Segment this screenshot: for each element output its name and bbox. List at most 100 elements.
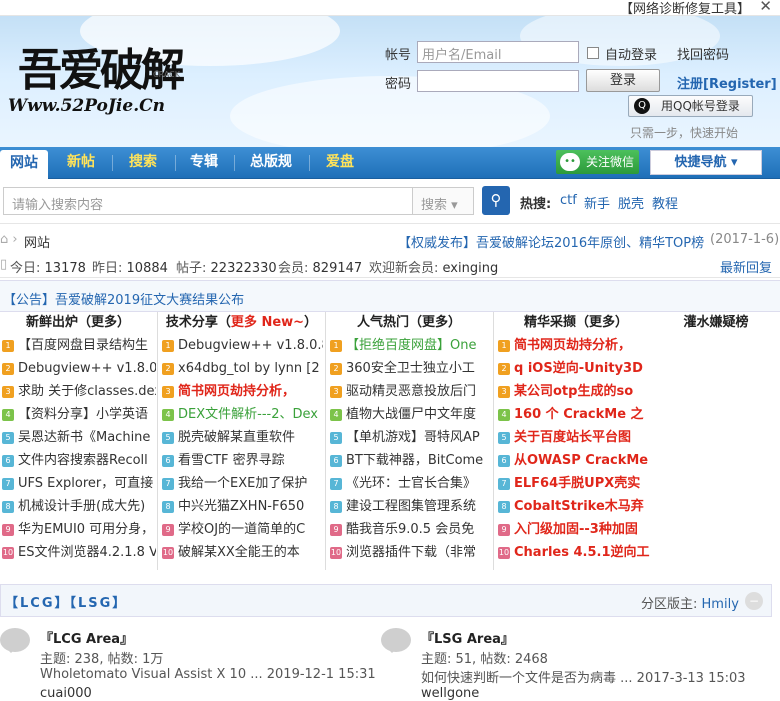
thread-row[interactable]: 3 驱动精灵恶意投放后门 (328, 380, 490, 403)
last-post-user[interactable]: cuai000 (40, 686, 92, 701)
thread-title[interactable]: 华为EMUI0 可用分身， (18, 522, 154, 537)
thread-row[interactable]: 4 植物大战僵尸中文年度 (328, 403, 490, 426)
thread-title[interactable]: 360安全卫士独立小工 (346, 361, 475, 376)
nav-item-site[interactable]: 网站 (0, 150, 48, 179)
thread-title[interactable]: 建设工程图集管理系统 (346, 499, 476, 514)
thread-title[interactable]: 我给一个EXE加了保护 (178, 476, 307, 491)
thread-title[interactable]: 植物大战僵尸中文年度 (346, 407, 476, 422)
site-logo[interactable]: 吾爱破解 CRACK Www.52PoJie.Cn (8, 34, 198, 124)
nav-item-new-posts[interactable]: 新帖 (56, 147, 106, 179)
thread-row[interactable]: 5 关于百度站长平台图 (496, 426, 656, 449)
thread-title[interactable]: 浏览器插件下载（非常 (346, 545, 476, 560)
thread-row[interactable]: 9 酷我音乐9.0.5 会员免 (328, 518, 490, 541)
search-input[interactable]: 请输入搜索内容 (3, 187, 413, 215)
thread-row[interactable]: 2 360安全卫士独立小工 (328, 357, 490, 380)
login-button[interactable]: 登录 (586, 69, 660, 92)
thread-title[interactable]: 【拒绝百度网盘】One (346, 338, 476, 353)
col-essence-title[interactable]: 精华采撷（更多） (496, 312, 656, 334)
nav-item-search[interactable]: 搜索 (118, 147, 168, 179)
thread-title[interactable]: ES文件浏览器4.2.1.8 VI (18, 545, 156, 560)
thread-row[interactable]: 9 学校OJ的一道简单的C (160, 518, 323, 541)
thread-title[interactable]: 吴恩达新书《Machine (18, 430, 150, 445)
thread-row[interactable]: 3 简书网页劫持分析， (160, 380, 323, 403)
thread-row[interactable]: 4 160 个 CrackMe 之 (496, 403, 656, 426)
thread-row[interactable]: 7 《光环：士官长合集》 (328, 472, 490, 495)
nav-item-rules[interactable]: 总版规 (240, 147, 302, 179)
thread-title[interactable]: 破解某XX全能王的本 (178, 545, 300, 560)
register-link[interactable]: 注册[Register] (677, 73, 777, 92)
thread-title[interactable]: 【资料分享】小学英语 (18, 407, 148, 422)
thread-title[interactable]: Debugview++ v1.8.0.8 (178, 338, 323, 353)
forum-name[interactable]: 『LCG Area』 (40, 628, 133, 647)
thread-row[interactable]: 10 破解某XX全能王的本 (160, 541, 323, 564)
col-spam-title[interactable]: 灌水嫌疑榜 (662, 312, 770, 334)
thread-title[interactable]: 看雪CTF 密界寻踪 (178, 453, 285, 468)
thread-row[interactable]: 6 BT下载神器，BitCome (328, 449, 490, 472)
thread-title[interactable]: UFS Explorer，可直接 (18, 476, 153, 491)
new-member-link[interactable]: exinging (443, 261, 499, 276)
find-password-link[interactable]: 找回密码 (677, 44, 729, 63)
thread-row[interactable]: 7 UFS Explorer，可直接 (0, 472, 156, 495)
thread-title[interactable]: ELF64手脱UPX壳实 (514, 476, 640, 491)
hot-search-newbie[interactable]: 新手 (584, 193, 610, 212)
thread-row[interactable]: 7 ELF64手脱UPX壳实 (496, 472, 656, 495)
thread-title[interactable]: 简书网页劫持分析， (178, 384, 295, 399)
section-title[interactable]: 【LCG】【LSG】 (5, 592, 127, 611)
thread-title[interactable]: BT下载神器，BitCome (346, 453, 483, 468)
thread-row[interactable]: 6 文件内容搜索器Recoll (0, 449, 156, 472)
thread-row[interactable]: 9 华为EMUI0 可用分身， (0, 518, 156, 541)
qq-login-button[interactable]: Q 用QQ帐号登录 (628, 95, 753, 117)
thread-row[interactable]: 3 求助 关于修classes.dex (0, 380, 156, 403)
thread-title[interactable]: 驱动精灵恶意投放后门 (346, 384, 476, 399)
thread-row[interactable]: 7 我给一个EXE加了保护 (160, 472, 323, 495)
col-hot-title[interactable]: 人气热门（更多） (328, 312, 490, 334)
thread-title[interactable]: 160 个 CrackMe 之 (514, 407, 644, 422)
hot-search-tutorial[interactable]: 教程 (652, 193, 678, 212)
thread-title[interactable]: 某公司otp生成的so (514, 384, 633, 399)
thread-row[interactable]: 8 建设工程图集管理系统 (328, 495, 490, 518)
search-type-select[interactable]: 搜索 ▾ (413, 187, 474, 215)
thread-row[interactable]: 1 【拒绝百度网盘】One (328, 334, 490, 357)
username-input[interactable]: 用户名/Email (417, 41, 579, 63)
password-input[interactable] (417, 70, 579, 92)
last-post-link[interactable]: Wholetomato Visual Assist X 10 ... (40, 667, 263, 682)
notice-bar[interactable]: 【公告】吾爱破解2019征文大赛结果公布 (0, 280, 780, 312)
latest-replies-link[interactable]: 最新回复 (720, 257, 772, 276)
thread-row[interactable]: 5 脱壳破解某直重软件 (160, 426, 323, 449)
thread-row[interactable]: 8 机械设计手册(成大先) (0, 495, 156, 518)
search-button[interactable]: ⚲ (482, 186, 510, 215)
thread-row[interactable]: 4 【资料分享】小学英语 (0, 403, 156, 426)
thread-row[interactable]: 8 CobaltStrike木马弃 (496, 495, 656, 518)
thread-row[interactable]: 5 吴恩达新书《Machine (0, 426, 156, 449)
quick-nav-button[interactable]: 快捷导航 ▾ (650, 150, 762, 175)
thread-row[interactable]: 10 ES文件浏览器4.2.1.8 VI (0, 541, 156, 564)
breadcrumb-site[interactable]: 网站 (24, 232, 50, 251)
nav-item-aipan[interactable]: 爱盘 (316, 147, 364, 179)
thread-title[interactable]: 机械设计手册(成大先) (18, 499, 145, 514)
thread-title[interactable]: q iOS逆向-Unity3D (514, 361, 643, 376)
auto-login-checkbox[interactable] (587, 47, 599, 59)
thread-title[interactable]: 文件内容搜索器Recoll (18, 453, 148, 468)
thread-row[interactable]: 4 DEX文件解析---2、Dex (160, 403, 323, 426)
thread-title[interactable]: 入门级加固--3种加固 (514, 522, 638, 537)
thread-title[interactable]: Debugview++ v1.8.0.8 (18, 361, 156, 376)
thread-title[interactable]: 学校OJ的一道简单的C (178, 522, 305, 537)
hot-search-unpack[interactable]: 脱壳 (618, 193, 644, 212)
thread-row[interactable]: 10 浏览器插件下载（非常 (328, 541, 490, 564)
col-tech-title[interactable]: 技术分享（更多 New~） (160, 312, 323, 334)
close-icon[interactable]: ✕ (759, 0, 772, 15)
thread-row[interactable]: 2 Debugview++ v1.8.0.8 (0, 357, 156, 380)
thread-title[interactable]: 中兴光猫ZXHN-F650 (178, 499, 304, 514)
thread-row[interactable]: 5 【单机游戏】哥特风AP (328, 426, 490, 449)
thread-row[interactable]: 1 Debugview++ v1.8.0.8 (160, 334, 323, 357)
moderator-link[interactable]: Hmily (702, 597, 739, 612)
thread-title[interactable]: 【单机游戏】哥特风AP (346, 430, 480, 445)
thread-row[interactable]: 3 某公司otp生成的so (496, 380, 656, 403)
thread-title[interactable]: 《光环：士官长合集》 (346, 476, 476, 491)
home-icon[interactable]: ⌂ › (0, 232, 18, 247)
thread-title[interactable]: 酷我音乐9.0.5 会员免 (346, 522, 474, 537)
thread-title[interactable]: 【百度网盘目录结构生 (18, 338, 148, 353)
forum-name[interactable]: 『LSG Area』 (421, 628, 514, 647)
thread-row[interactable]: 1 【百度网盘目录结构生 (0, 334, 156, 357)
thread-title[interactable]: 从OWASP CrackMe (514, 453, 648, 468)
